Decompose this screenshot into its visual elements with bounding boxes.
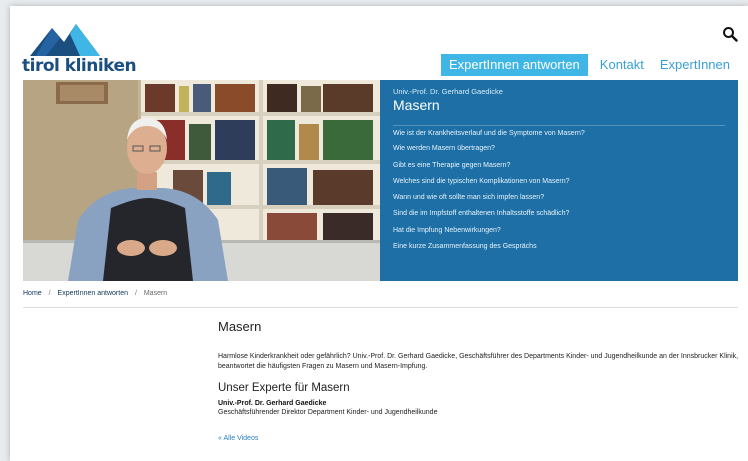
nav-item-kontakt[interactable]: Kontakt — [592, 54, 652, 76]
video-player[interactable] — [23, 80, 380, 281]
expert-heading: Unser Experte für Masern — [218, 382, 350, 394]
question-item[interactable]: Gibt es eine Therapie gegen Masern? — [393, 158, 725, 174]
expert-name: Univ.-Prof. Dr. Gerhard Gaedicke — [218, 400, 327, 407]
question-item[interactable]: Sind die im Impfstoff enthaltenen Inhalt… — [393, 206, 725, 222]
breadcrumb-home[interactable]: Home — [23, 290, 42, 297]
main-nav: ExpertInnen antworten Kontakt ExpertInne… — [440, 54, 738, 76]
all-videos-link[interactable]: « Alle Videos — [218, 435, 258, 442]
question-item[interactable]: Wie ist der Krankheitsverlauf und die Sy… — [393, 125, 725, 141]
expert-role: Geschäftsführender Direktor Department K… — [218, 409, 438, 416]
breadcrumb-section[interactable]: ExpertInnen antworten — [58, 290, 128, 297]
question-item[interactable]: Hat die Impfung Nebenwirkungen? — [393, 223, 725, 239]
breadcrumb-separator: / — [48, 290, 51, 297]
breadcrumb: Home / ExpertInnen antworten / Masern — [23, 290, 738, 297]
logo-mountains-icon — [30, 24, 100, 56]
question-item[interactable]: Wann und wie oft sollte man sich impfen … — [393, 190, 725, 206]
nav-item-expertinnen-antworten[interactable]: ExpertInnen antworten — [440, 54, 588, 76]
intro-text: Harmlose Kinderkrankheit oder gefährlich… — [218, 353, 739, 370]
question-item[interactable]: Welches sind die typischen Komplikatione… — [393, 174, 725, 190]
main-content: Masern Harmlose Kinderkrankheit oder gef… — [218, 319, 743, 445]
hero-expert-name: Univ.-Prof. Dr. Gerhard Gaedicke — [393, 87, 503, 96]
nav-item-expertinnen[interactable]: ExpertInnen — [652, 54, 738, 76]
video-frame-image — [23, 80, 380, 281]
search-icon[interactable] — [722, 26, 738, 42]
hero: Univ.-Prof. Dr. Gerhard Gaedicke Masern … — [23, 80, 738, 281]
question-item[interactable]: Wie werden Masern übertragen? — [393, 141, 725, 157]
questions-panel: Univ.-Prof. Dr. Gerhard Gaedicke Masern … — [380, 80, 738, 281]
page-title: Masern — [218, 319, 262, 334]
breadcrumb-current: Masern — [143, 290, 168, 297]
hero-title: Masern — [393, 97, 440, 113]
question-item[interactable]: Eine kurze Zusammenfassung des Gesprächs — [393, 239, 725, 255]
divider — [23, 307, 738, 308]
logo-text: tirol kliniken — [22, 56, 137, 76]
logo[interactable]: tirol kliniken — [22, 20, 137, 76]
breadcrumb-separator: / — [134, 290, 137, 297]
page: tirol kliniken ExpertInnen antworten Kon… — [10, 6, 748, 461]
